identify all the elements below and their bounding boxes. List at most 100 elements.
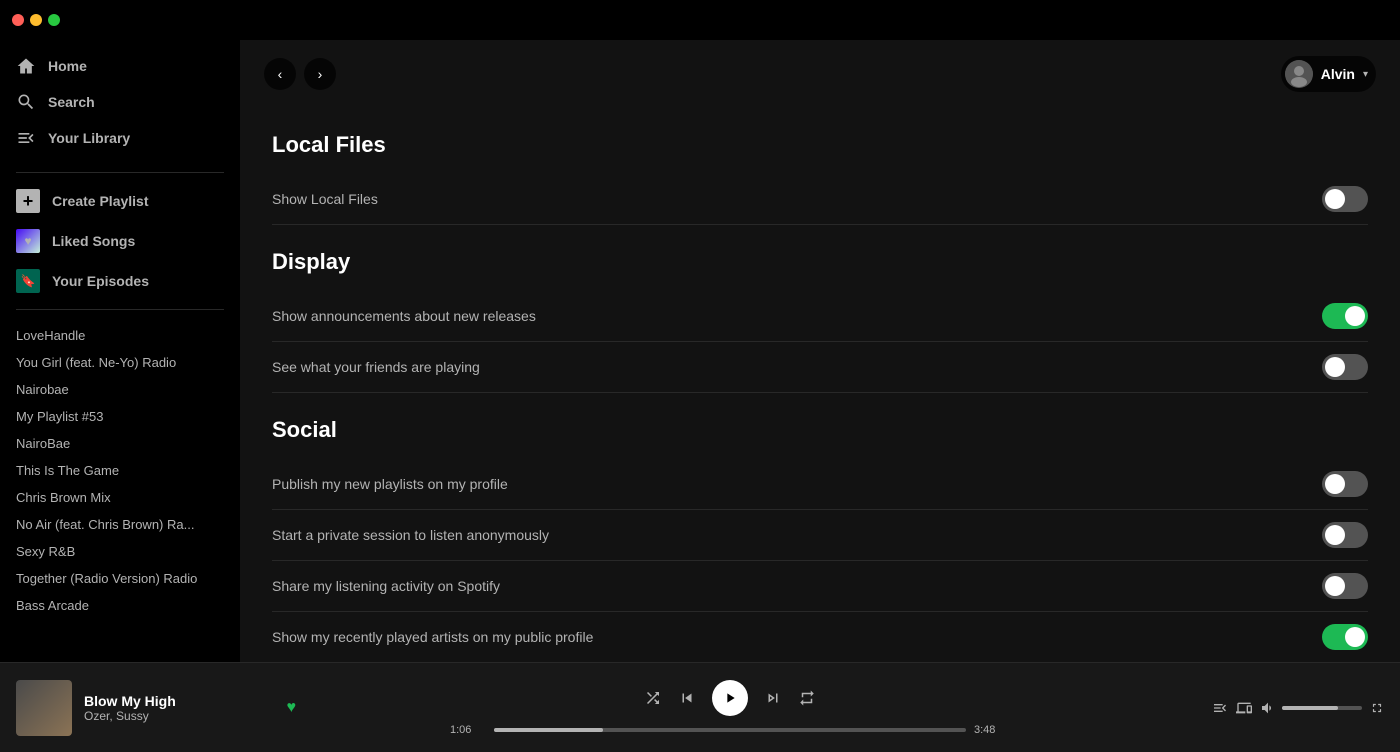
setting-label: Start a private session to listen anonym… (272, 527, 1322, 543)
volume-area (1260, 700, 1362, 716)
devices-button[interactable] (1236, 700, 1252, 716)
playlist-item[interactable]: No Air (feat. Chris Brown) Ra... (0, 511, 240, 538)
playlist-item[interactable]: Chris Brown Mix (0, 484, 240, 511)
toggle-private-session[interactable] (1322, 522, 1368, 548)
avatar (1285, 60, 1313, 88)
toggle-thumb (1325, 474, 1345, 494)
track-info: Blow My High Ozer, Sussy ♥ (16, 680, 296, 736)
track-name: Blow My High (84, 693, 267, 709)
toggle-thumb (1325, 189, 1345, 209)
next-button[interactable] (764, 689, 782, 707)
sidebar-item-library[interactable]: Your Library (0, 120, 240, 156)
playlist-list: LoveHandle You Girl (feat. Ne-Yo) Radio … (0, 318, 240, 662)
user-menu[interactable]: Alvin ▾ (1281, 56, 1376, 92)
toggle-track[interactable] (1322, 354, 1368, 380)
toggle-track[interactable] (1322, 186, 1368, 212)
forward-button[interactable]: › (304, 58, 336, 90)
library-icon (16, 128, 36, 148)
liked-songs-label: Liked Songs (52, 233, 135, 249)
playlist-item[interactable]: LoveHandle (0, 322, 240, 349)
setting-row-show-recently-played: Show my recently played artists on my pu… (272, 612, 1368, 662)
section-display: Display Show announcements about new rel… (272, 249, 1368, 393)
titlebar (0, 0, 1400, 40)
volume-fill (1282, 706, 1338, 710)
playlist-item[interactable]: Bass Arcade (0, 592, 240, 619)
toggle-see-friends-playing[interactable] (1322, 354, 1368, 380)
playlist-item[interactable]: My Playlist #53 (0, 403, 240, 430)
setting-label: Show my recently played artists on my pu… (272, 629, 1322, 645)
toggle-thumb (1325, 357, 1345, 377)
setting-row-see-friends-playing: See what your friends are playing (272, 342, 1368, 393)
section-title-social: Social (272, 417, 1368, 443)
sidebar-create-playlist[interactable]: + Create Playlist (0, 181, 240, 221)
time-current: 1:06 (450, 724, 486, 736)
toggle-show-local-files[interactable] (1322, 186, 1368, 212)
minimize-button[interactable] (30, 14, 42, 26)
back-button[interactable]: ‹ (264, 58, 296, 90)
sidebar-item-home-label: Home (48, 58, 87, 74)
toggle-share-listening[interactable] (1322, 573, 1368, 599)
create-playlist-label: Create Playlist (52, 193, 149, 209)
chevron-down-icon: ▾ (1363, 69, 1368, 80)
playlist-item[interactable]: Sexy R&B (0, 538, 240, 565)
traffic-lights (12, 14, 60, 26)
toggle-publish-playlists[interactable] (1322, 471, 1368, 497)
playlist-item[interactable]: Together (Radio Version) Radio (0, 565, 240, 592)
track-art (16, 680, 72, 736)
play-pause-button[interactable] (712, 680, 748, 716)
setting-label: Share my listening activity on Spotify (272, 578, 1322, 594)
previous-button[interactable] (678, 689, 696, 707)
nav-section: Home Search Your L (0, 40, 240, 164)
shuffle-button[interactable] (644, 689, 662, 707)
setting-row-show-announcements: Show announcements about new releases (272, 291, 1368, 342)
toggle-track[interactable] (1322, 471, 1368, 497)
toggle-thumb (1325, 525, 1345, 545)
toggle-show-announcements[interactable] (1322, 303, 1368, 329)
sidebar-item-search[interactable]: Search (0, 84, 240, 120)
setting-label: See what your friends are playing (272, 359, 1322, 375)
repeat-button[interactable] (798, 689, 816, 707)
setting-row-show-local-files: Show Local Files (272, 174, 1368, 225)
volume-icon[interactable] (1260, 700, 1276, 716)
volume-track[interactable] (1282, 706, 1362, 710)
time-total: 3:48 (974, 724, 1010, 736)
sidebar-item-home[interactable]: Home (0, 48, 240, 84)
toggle-thumb (1345, 627, 1365, 647)
toggle-track[interactable] (1322, 303, 1368, 329)
sidebar-divider-2 (16, 309, 224, 310)
playlist-item[interactable]: This Is The Game (0, 457, 240, 484)
toggle-track[interactable] (1322, 573, 1368, 599)
section-local-files: Local Files Show Local Files (272, 132, 1368, 225)
top-bar: ‹ › Alvin ▾ (240, 40, 1400, 108)
playlist-item[interactable]: Nairobae (0, 376, 240, 403)
create-playlist-icon: + (16, 189, 40, 213)
section-title-display: Display (272, 249, 1368, 275)
sidebar-liked-songs[interactable]: ♥ Liked Songs (0, 221, 240, 261)
sidebar-your-episodes[interactable]: 🔖 Your Episodes (0, 261, 240, 301)
queue-button[interactable] (1212, 700, 1228, 716)
sidebar-item-library-label: Your Library (48, 130, 130, 146)
setting-label: Show Local Files (272, 191, 1322, 207)
toggle-show-recently-played[interactable] (1322, 624, 1368, 650)
toggle-track[interactable] (1322, 624, 1368, 650)
like-button[interactable]: ♥ (287, 699, 297, 717)
toggle-thumb (1345, 306, 1365, 326)
close-button[interactable] (12, 14, 24, 26)
section-title-local-files: Local Files (272, 132, 1368, 158)
sidebar-item-search-label: Search (48, 94, 95, 110)
setting-row-private-session: Start a private session to listen anonym… (272, 510, 1368, 561)
progress-track[interactable] (494, 728, 966, 732)
maximize-button[interactable] (48, 14, 60, 26)
expand-button[interactable] (1370, 701, 1384, 715)
player-controls: 1:06 3:48 (296, 680, 1164, 736)
playlist-item[interactable]: You Girl (feat. Ne-Yo) Radio (0, 349, 240, 376)
track-text: Blow My High Ozer, Sussy (84, 693, 267, 723)
episodes-icon: 🔖 (16, 269, 40, 293)
content-area: ‹ › Alvin ▾ (240, 40, 1400, 662)
playlist-item[interactable]: NairoBae (0, 430, 240, 457)
your-episodes-label: Your Episodes (52, 273, 149, 289)
progress-bar-area: 1:06 3:48 (450, 724, 1010, 736)
toggle-track[interactable] (1322, 522, 1368, 548)
track-artist: Ozer, Sussy (84, 709, 267, 723)
home-icon (16, 56, 36, 76)
